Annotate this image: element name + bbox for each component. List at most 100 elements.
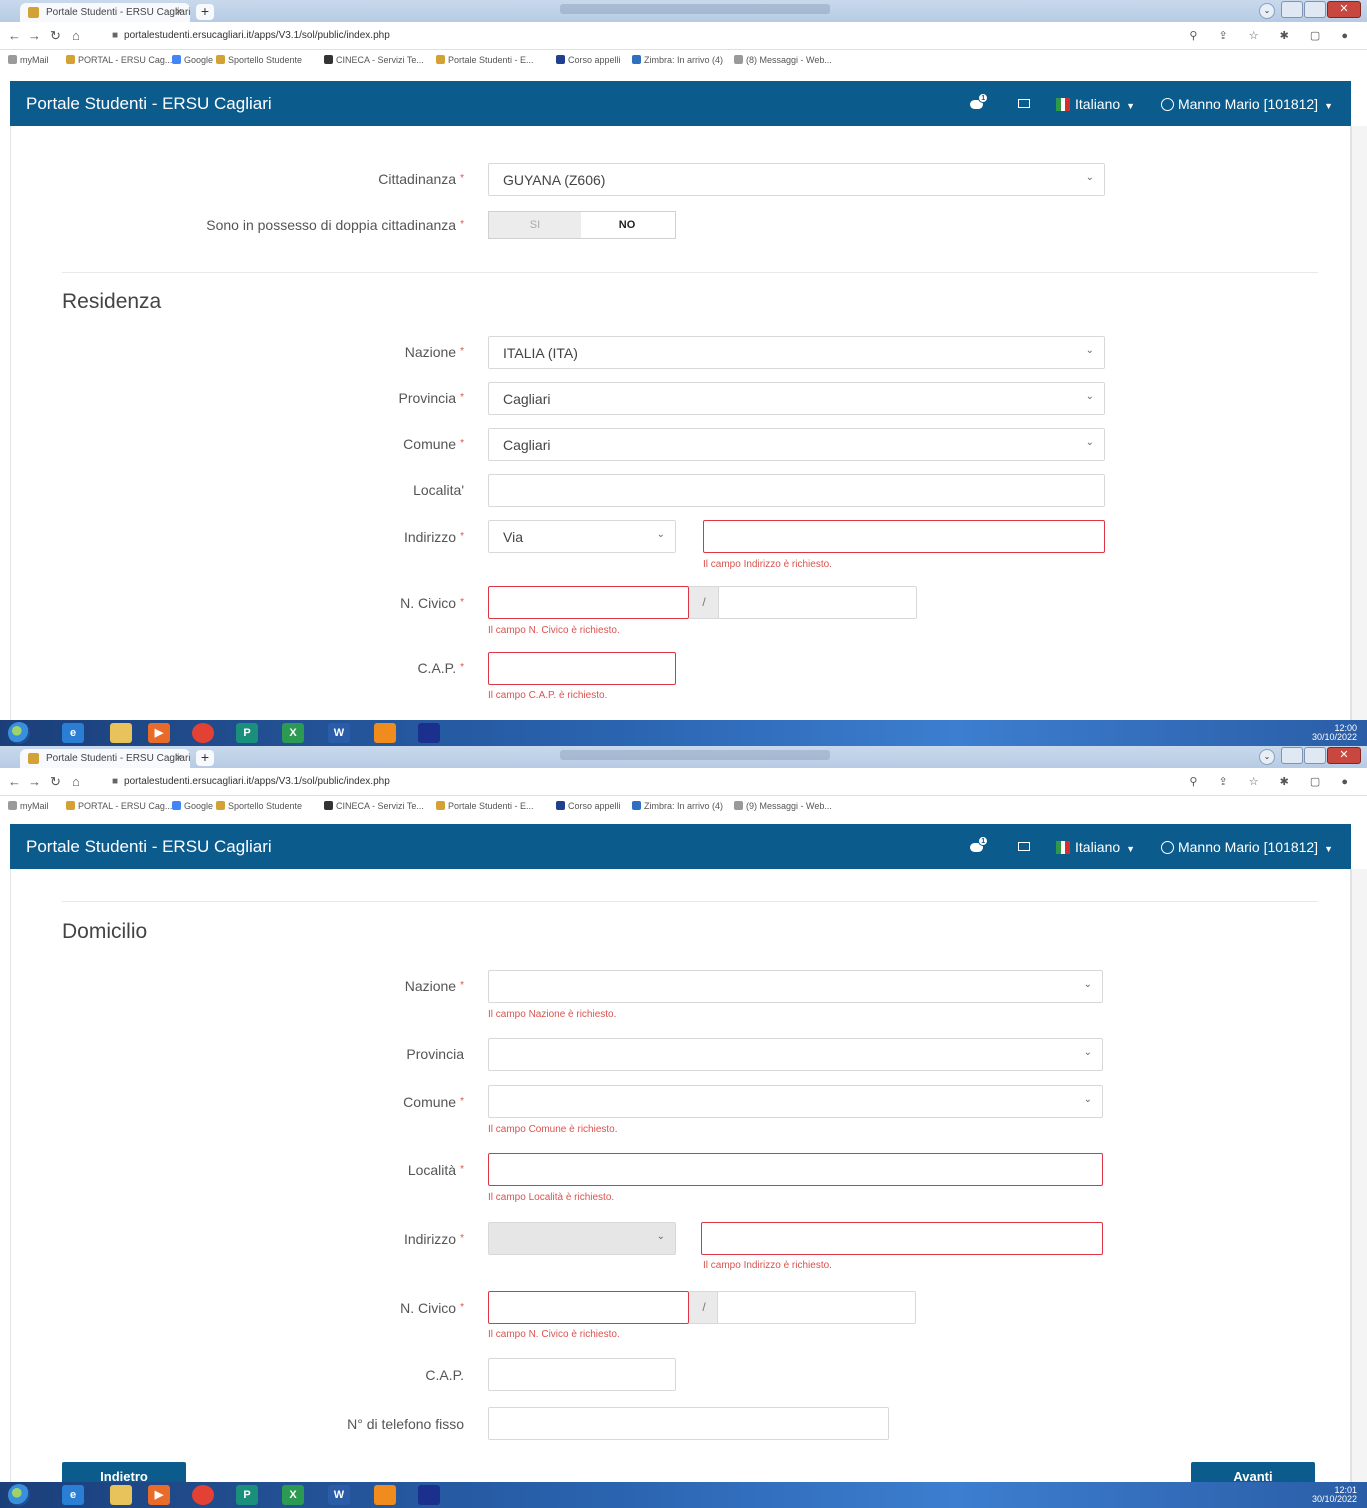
- domicilio-indirizzo-type-select[interactable]: ⌄: [488, 1222, 676, 1255]
- excel-icon[interactable]: X: [282, 1485, 304, 1505]
- app-brand[interactable]: Portale Studenti - ERSU Cagliari: [26, 837, 272, 857]
- bookmark-item[interactable]: CINECA - Servizi Te...: [324, 55, 424, 65]
- cap-input[interactable]: [488, 652, 676, 685]
- home-icon[interactable]: ⌂: [72, 28, 80, 43]
- explorer-icon[interactable]: [110, 723, 132, 743]
- bookmark-item[interactable]: PORTAL - ERSU Cag...: [66, 801, 172, 811]
- chat-icon[interactable]: 1: [970, 93, 989, 110]
- civico-suffix-input[interactable]: [718, 586, 917, 619]
- browser-toolbar-icons[interactable]: ⚲ ⇪ ☆ ✱ ▢ ●: [1189, 29, 1357, 42]
- vertical-scrollbar[interactable]: [1351, 869, 1367, 1482]
- maximize-button[interactable]: [1304, 747, 1326, 764]
- reload-icon[interactable]: ↻: [50, 774, 61, 790]
- close-tab-icon[interactable]: ×: [176, 752, 182, 764]
- close-tab-icon[interactable]: ×: [176, 6, 182, 18]
- user-menu[interactable]: Manno Mario [101812] ▼: [1160, 96, 1333, 112]
- url-field[interactable]: ■ portalestudenti.ersucagliari.it/apps/V3…: [112, 776, 390, 787]
- browser-toolbar-icons[interactable]: ⚲ ⇪ ☆ ✱ ▢ ●: [1189, 775, 1357, 788]
- explorer-icon[interactable]: [110, 1485, 132, 1505]
- home-icon[interactable]: ⌂: [72, 774, 80, 789]
- browser-tab[interactable]: Portale Studenti - ERSU Cagliari ×: [20, 3, 190, 22]
- app-brand[interactable]: Portale Studenti - ERSU Cagliari: [26, 94, 272, 114]
- bookmark-item[interactable]: Sportello Studente: [216, 801, 302, 811]
- chrome-icon[interactable]: [192, 723, 214, 743]
- bookmark-item[interactable]: Zimbra: In arrivo (4): [632, 801, 723, 811]
- bookmark-item[interactable]: Portale Studenti - E...: [436, 55, 534, 65]
- maximize-button[interactable]: [1304, 1, 1326, 18]
- domicilio-cap-input[interactable]: [488, 1358, 676, 1391]
- toggle-no[interactable]: NO: [581, 212, 673, 238]
- nazione-select[interactable]: ITALIA (ITA) ⌄: [488, 336, 1105, 369]
- app-orange-icon[interactable]: [374, 723, 396, 743]
- toggle-si[interactable]: SI: [489, 212, 581, 238]
- app-orange-icon[interactable]: [374, 1485, 396, 1505]
- mail-icon[interactable]: [1018, 841, 1031, 851]
- media-player-icon[interactable]: ▶: [148, 723, 170, 743]
- domicilio-localita-input[interactable]: [488, 1153, 1103, 1186]
- bookmark-item[interactable]: Zimbra: In arrivo (4): [632, 55, 723, 65]
- mail-icon[interactable]: [1018, 98, 1031, 108]
- bookmark-item[interactable]: myMail: [8, 801, 49, 811]
- tab-search-icon[interactable]: ⌄: [1259, 749, 1275, 765]
- bookmark-item[interactable]: (9) Messaggi - Web...: [734, 801, 832, 811]
- bookmark-item[interactable]: Corso appelli: [556, 55, 621, 65]
- ie-icon[interactable]: e: [62, 1485, 84, 1505]
- tab-search-icon[interactable]: ⌄: [1259, 3, 1275, 19]
- indirizzo-type-select[interactable]: Via ⌄: [488, 520, 676, 553]
- new-tab-button[interactable]: +: [196, 750, 214, 766]
- ie-icon[interactable]: e: [62, 723, 84, 743]
- forward-icon[interactable]: →: [28, 28, 41, 43]
- domicilio-civico-suffix-input[interactable]: [717, 1291, 916, 1324]
- url-field[interactable]: ■ portalestudenti.ersucagliari.it/apps/V3…: [112, 30, 390, 41]
- domicilio-nazione-select[interactable]: ⌄: [488, 970, 1103, 1003]
- domicilio-indirizzo-input[interactable]: [701, 1222, 1103, 1255]
- bookmark-item[interactable]: PORTAL - ERSU Cag...: [66, 55, 172, 65]
- excel-icon[interactable]: X: [282, 723, 304, 743]
- start-button-icon[interactable]: [8, 1484, 30, 1506]
- back-icon[interactable]: ←: [8, 28, 21, 43]
- minimize-button[interactable]: [1281, 1, 1303, 18]
- bookmark-item[interactable]: myMail: [8, 55, 49, 65]
- civico-input[interactable]: [488, 586, 689, 619]
- word-icon[interactable]: W: [328, 723, 350, 743]
- close-window-button[interactable]: ✕: [1327, 747, 1361, 764]
- language-dropdown[interactable]: Italiano ▼: [1056, 96, 1135, 112]
- new-tab-button[interactable]: +: [196, 4, 214, 20]
- cittadinanza-select[interactable]: GUYANA (Z606) ⌄: [488, 163, 1105, 196]
- domicilio-provincia-select[interactable]: ⌄: [488, 1038, 1103, 1071]
- comune-select[interactable]: Cagliari ⌄: [488, 428, 1105, 461]
- bookmark-item[interactable]: Sportello Studente: [216, 55, 302, 65]
- indirizzo-input[interactable]: [703, 520, 1105, 553]
- provincia-select[interactable]: Cagliari ⌄: [488, 382, 1105, 415]
- back-icon[interactable]: ←: [8, 774, 21, 789]
- system-clock[interactable]: 12:01 30/10/2022: [1312, 1486, 1357, 1504]
- browser-tab[interactable]: Portale Studenti - ERSU Cagliari ×: [20, 749, 190, 768]
- language-dropdown[interactable]: Italiano ▼: [1056, 839, 1135, 855]
- minimize-button[interactable]: [1281, 747, 1303, 764]
- word-icon[interactable]: W: [328, 1485, 350, 1505]
- domicilio-civico-input[interactable]: [488, 1291, 689, 1324]
- system-clock[interactable]: 12:00 30/10/2022: [1312, 724, 1357, 742]
- vertical-scrollbar[interactable]: [1351, 126, 1367, 720]
- bookmark-item[interactable]: Portale Studenti - E...: [436, 801, 534, 811]
- app-blue-icon[interactable]: [418, 723, 440, 743]
- start-button-icon[interactable]: [8, 722, 30, 744]
- reload-icon[interactable]: ↻: [50, 28, 61, 44]
- bookmark-item[interactable]: Corso appelli: [556, 801, 621, 811]
- chat-icon[interactable]: 1: [970, 836, 989, 853]
- bookmark-item[interactable]: (8) Messaggi - Web...: [734, 55, 832, 65]
- telefono-input[interactable]: [488, 1407, 889, 1440]
- publisher-icon[interactable]: P: [236, 1485, 258, 1505]
- forward-icon[interactable]: →: [28, 774, 41, 789]
- app-blue-icon[interactable]: [418, 1485, 440, 1505]
- chrome-icon[interactable]: [192, 1485, 214, 1505]
- domicilio-comune-select[interactable]: ⌄: [488, 1085, 1103, 1118]
- localita-input[interactable]: [488, 474, 1105, 507]
- media-player-icon[interactable]: ▶: [148, 1485, 170, 1505]
- publisher-icon[interactable]: P: [236, 723, 258, 743]
- bookmark-item[interactable]: CINECA - Servizi Te...: [324, 801, 424, 811]
- bookmark-item[interactable]: Google: [172, 801, 213, 811]
- bookmark-item[interactable]: Google: [172, 55, 213, 65]
- user-menu[interactable]: Manno Mario [101812] ▼: [1160, 839, 1333, 855]
- close-window-button[interactable]: ✕: [1327, 1, 1361, 18]
